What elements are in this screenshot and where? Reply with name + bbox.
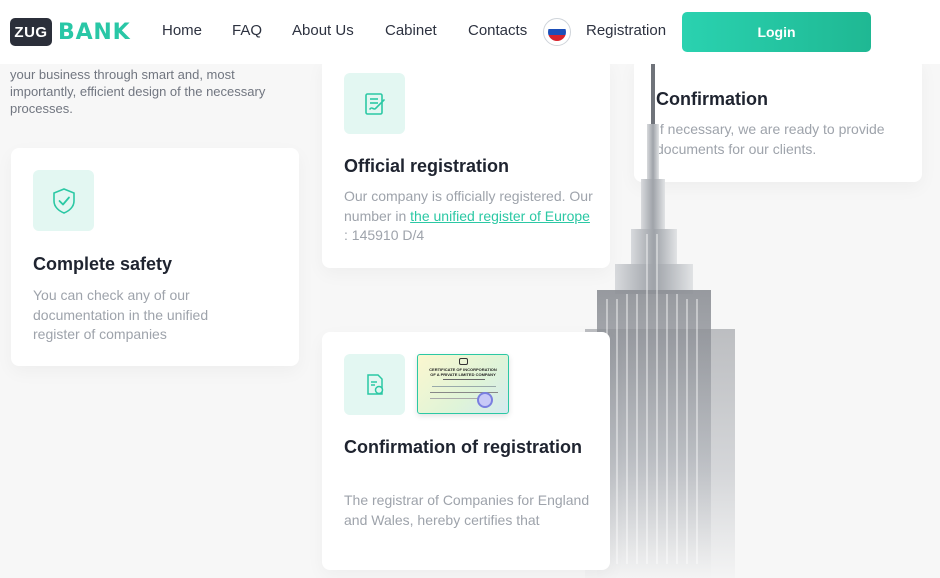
card-text: Our company is officially registered. Ou…	[344, 187, 594, 246]
card-complete-safety: Complete safety You can check any of our…	[11, 148, 299, 366]
document-seal-icon	[344, 354, 405, 415]
seal-icon	[477, 392, 493, 408]
certificate-thumbnail[interactable]: CERTIFICATE OF INCORPORATION OF A PRIVAT…	[417, 354, 509, 414]
card-text-after: : 145910 D/4	[344, 227, 425, 243]
logo[interactable]: ZUG BANK	[10, 18, 130, 46]
card-confirmation-of-registration: CERTIFICATE OF INCORPORATION OF A PRIVAT…	[322, 332, 610, 570]
certificate-emblem-icon	[459, 358, 468, 365]
intro-text: your business through smart and, most im…	[10, 67, 266, 116]
certificate-subheading: OF A PRIVATE LIMITED COMPANY	[430, 372, 496, 377]
header: ZUG BANK Home FAQ About Us Cabinet Conta…	[0, 0, 940, 64]
login-button[interactable]: Login	[682, 12, 871, 52]
russia-flag-icon[interactable]	[543, 18, 571, 46]
card-text: The registrar of Companies for England a…	[344, 492, 590, 528]
nav-about-us[interactable]: About Us	[292, 22, 354, 39]
card-official-registration: Official registration Our company is off…	[322, 58, 610, 268]
card-text: You can check any of our documentation i…	[33, 287, 209, 342]
nav-faq[interactable]: FAQ	[232, 22, 262, 39]
document-signature-icon	[344, 73, 405, 134]
card-title: Official registration	[344, 156, 510, 176]
nav-cabinet[interactable]: Cabinet	[385, 22, 437, 39]
card-title: Complete safety	[33, 254, 173, 274]
logo-zug: ZUG	[10, 18, 52, 46]
shield-check-icon	[33, 170, 94, 231]
card-title: Confirmation of registration	[344, 437, 582, 457]
nav-registration[interactable]: Registration	[586, 22, 666, 39]
nav-home[interactable]: Home	[162, 22, 202, 39]
nav-contacts[interactable]: Contacts	[468, 22, 527, 39]
unified-register-link[interactable]: the unified register of Europe	[410, 208, 590, 224]
logo-bank: BANK	[58, 19, 131, 45]
